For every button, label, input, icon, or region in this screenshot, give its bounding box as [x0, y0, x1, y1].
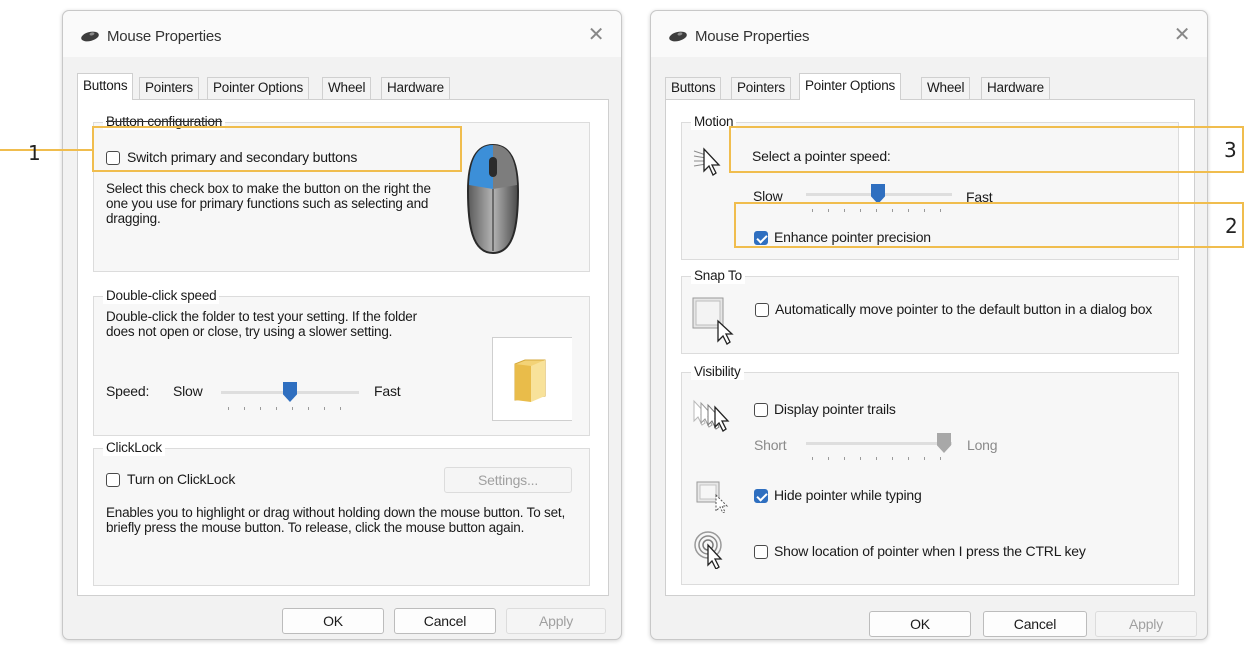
long-label: Long — [967, 437, 998, 453]
slow-label: Slow — [173, 383, 203, 399]
callout-line-1 — [0, 149, 92, 151]
title-bar: Mouse Properties ✕ — [63, 11, 621, 57]
clicklock-checkbox[interactable] — [106, 473, 120, 487]
callout-box-3 — [729, 126, 1244, 173]
callout-number-1: 1 — [28, 141, 41, 165]
ok-button[interactable]: OK — [869, 611, 971, 637]
test-area[interactable] — [492, 337, 572, 421]
mouse-icon — [80, 29, 100, 44]
snap-to-group: Snap To Automatically move pointer to th… — [681, 268, 1179, 354]
speed-label: Speed: — [106, 383, 150, 399]
button-config-description: Select this check box to make the button… — [106, 181, 431, 226]
visibility-group: Visibility Display pointer trails Short … — [681, 364, 1179, 585]
slider-ticks — [812, 457, 944, 460]
show-location-label: Show location of pointer when I press th… — [774, 543, 1086, 559]
group-title: Snap To — [691, 268, 745, 284]
settings-button[interactable]: Settings... — [444, 467, 572, 493]
hide-pointer-label: Hide pointer while typing — [774, 487, 922, 503]
tab-pointers[interactable]: Pointers — [731, 77, 791, 99]
group-title: Double-click speed — [103, 288, 220, 304]
trails-length-slider[interactable] — [937, 433, 951, 453]
slider-ticks — [228, 407, 352, 410]
mouse-properties-dialog-buttons: Mouse Properties ✕ Buttons Pointers Poin… — [62, 10, 622, 640]
double-click-speed-group: Double-click speed Double-click the fold… — [93, 288, 590, 436]
callout-box-2 — [734, 202, 1244, 248]
folder-icon — [514, 359, 546, 402]
tab-pointer-options[interactable]: Pointer Options — [207, 77, 310, 99]
snap-to-checkbox[interactable] — [755, 303, 769, 317]
apply-button[interactable]: Apply — [1095, 611, 1197, 637]
mouse-illustration-icon — [466, 143, 520, 255]
snap-to-label: Automatically move pointer to the defaul… — [775, 301, 1153, 317]
tab-hardware[interactable]: Hardware — [381, 77, 450, 99]
tab-pointer-options[interactable]: Pointer Options — [799, 73, 902, 100]
double-click-description: Double-click the folder to test your set… — [106, 309, 417, 339]
pointer-speed-icon — [693, 147, 721, 176]
window-title: Mouse Properties — [107, 28, 222, 45]
mouse-properties-dialog-pointer-options: Mouse Properties ✕ Buttons Pointers Poin… — [650, 10, 1208, 640]
pointer-trails-icon — [693, 399, 730, 432]
hide-pointer-icon — [696, 481, 729, 513]
tab-wheel[interactable]: Wheel — [322, 77, 372, 99]
callout-number-2: 2 — [1225, 214, 1238, 238]
pointer-speed-slider[interactable] — [871, 184, 885, 204]
pointer-trails-label: Display pointer trails — [774, 401, 896, 417]
close-icon[interactable]: ✕ — [585, 23, 607, 45]
pointer-trails-checkbox[interactable] — [754, 403, 768, 417]
short-label: Short — [754, 437, 787, 453]
tab-panel: Button configuration Switch primary and … — [77, 99, 609, 596]
show-location-checkbox[interactable] — [754, 545, 768, 559]
clicklock-description: Enables you to highlight or drag without… — [106, 505, 566, 535]
title-bar: Mouse Properties ✕ — [651, 11, 1207, 57]
close-icon[interactable]: ✕ — [1171, 23, 1193, 45]
clicklock-group: ClickLock Turn on ClickLock Settings... … — [93, 440, 590, 586]
tab-pointers[interactable]: Pointers — [139, 77, 199, 99]
pointer-location-icon — [694, 531, 723, 569]
callout-number-3: 3 — [1224, 138, 1237, 162]
cancel-button[interactable]: Cancel — [983, 611, 1087, 637]
tab-hardware[interactable]: Hardware — [981, 77, 1050, 99]
apply-button[interactable]: Apply — [506, 608, 606, 634]
trails-track — [806, 442, 952, 445]
clicklock-label: Turn on ClickLock — [127, 471, 236, 487]
hide-pointer-checkbox[interactable] — [754, 489, 768, 503]
group-title: Visibility — [691, 364, 744, 380]
tab-buttons[interactable]: Buttons — [77, 73, 134, 100]
tab-wheel[interactable]: Wheel — [921, 77, 971, 99]
tab-buttons[interactable]: Buttons — [665, 77, 722, 99]
window-title: Mouse Properties — [695, 28, 810, 45]
double-click-speed-slider[interactable] — [283, 382, 297, 402]
callout-box-1 — [92, 126, 462, 172]
group-title: ClickLock — [103, 440, 165, 456]
fast-label: Fast — [374, 383, 401, 399]
snap-to-icon — [692, 297, 734, 345]
tab-panel: Motion Select a pointer speed: Slow Fast… — [665, 99, 1195, 596]
ok-button[interactable]: OK — [282, 608, 384, 634]
cancel-button[interactable]: Cancel — [394, 608, 496, 634]
mouse-icon — [668, 29, 688, 44]
